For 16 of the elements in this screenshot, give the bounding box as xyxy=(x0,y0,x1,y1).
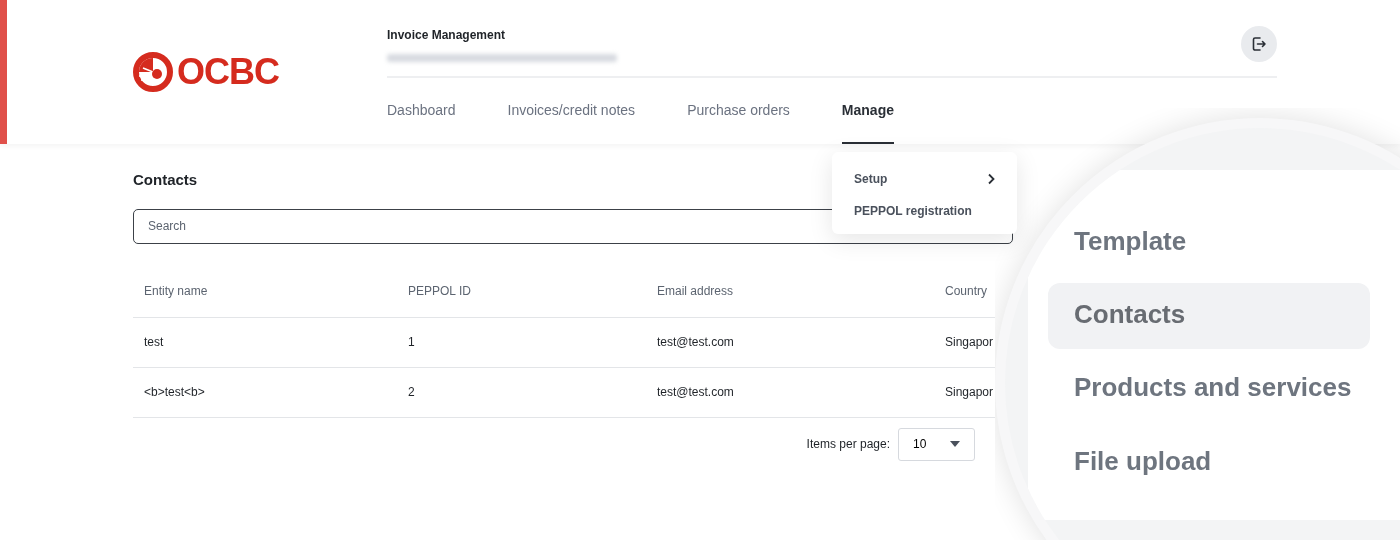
table-cell-text: 2 xyxy=(407,384,416,401)
table-cell-text: test@test.com xyxy=(656,384,735,401)
column-header: Country xyxy=(944,283,989,300)
table-cell-text: test@test.com xyxy=(656,334,735,351)
column-header: Email address xyxy=(656,283,735,300)
column-header: Entity name xyxy=(143,283,209,300)
items-per-page-label: Items per page: xyxy=(806,436,890,453)
table-cell-text: test xyxy=(143,334,165,351)
table-cell-text: Singapor xyxy=(944,384,995,401)
app-title: Invoice Management xyxy=(387,27,507,44)
table-cell-text: <b>test<b> xyxy=(143,384,206,401)
table-cell-text: Singapor xyxy=(944,334,995,351)
page-title: Contacts xyxy=(133,170,198,190)
table-cell-text: 1 xyxy=(407,334,416,351)
logo-text: OCBC xyxy=(177,54,279,90)
column-header: PEPPOL ID xyxy=(407,283,472,300)
